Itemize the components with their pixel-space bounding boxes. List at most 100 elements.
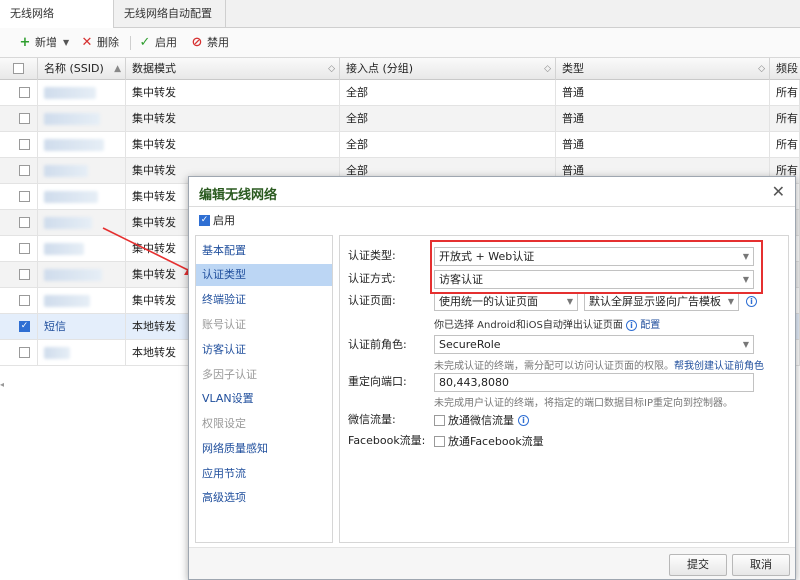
tab-label: 无线网络	[10, 7, 54, 20]
row-checkbox[interactable]	[19, 113, 30, 124]
table-row[interactable]: 集中转发 全部 普通 所有	[0, 80, 800, 106]
row-checkbox[interactable]	[19, 217, 30, 228]
enable-label: 启用	[155, 36, 177, 49]
toolbar-divider	[130, 36, 131, 50]
delete-button[interactable]: ✕ 删除	[80, 34, 119, 52]
pre-auth-role-value: SecureRole	[439, 338, 501, 351]
header-access-point[interactable]: 接入点 (分组) ◇	[340, 58, 556, 80]
plus-icon: +	[19, 35, 31, 50]
row-checkbox[interactable]	[19, 347, 30, 358]
submit-button[interactable]: 提交	[669, 554, 727, 576]
nav-permission-settings: 权限设定	[196, 413, 332, 435]
nav-auth-type[interactable]: 认证类型	[196, 264, 332, 286]
nav-label: VLAN设置	[202, 392, 254, 405]
row-checkbox[interactable]: ✓	[19, 321, 30, 332]
add-button[interactable]: + 新增 ▼	[18, 34, 70, 52]
row-checkbox[interactable]	[19, 139, 30, 150]
row-checkbox[interactable]	[19, 243, 30, 254]
pre-auth-role-select[interactable]: SecureRole ▼	[434, 335, 754, 354]
row-select-cell[interactable]	[0, 132, 38, 158]
select-all-checkbox[interactable]	[13, 63, 24, 74]
enable-button[interactable]: ✓ 启用	[138, 34, 177, 52]
row-select-cell[interactable]	[0, 262, 38, 288]
row-select-cell[interactable]	[0, 236, 38, 262]
nav-label: 应用节流	[202, 467, 246, 480]
auth-page-template-select[interactable]: 默认全屏显示竖向广告模板 ▼	[584, 292, 739, 311]
row-checkbox[interactable]	[19, 269, 30, 280]
redacted-ssid	[44, 269, 102, 281]
row-select-cell[interactable]	[0, 288, 38, 314]
header-band[interactable]: 频段	[770, 58, 800, 80]
nav-label: 基本配置	[202, 244, 246, 257]
dropdown-caret-icon[interactable]: ▼	[63, 34, 69, 52]
wechat-traffic-checkbox[interactable]: 放通微信流量 i	[434, 412, 529, 428]
wechat-traffic-label: 微信流量:	[348, 413, 396, 426]
create-pre-auth-role-link[interactable]: 帮我创建认证前角色	[674, 361, 764, 372]
auth-page-select[interactable]: 使用统一的认证页面 ▼	[434, 292, 578, 311]
wechat-traffic-option: 放通微信流量	[448, 414, 514, 427]
collapse-handle-icon[interactable]: ◂	[0, 380, 6, 400]
row-select-cell[interactable]	[0, 210, 38, 236]
redacted-ssid	[44, 113, 100, 125]
checkbox-box[interactable]	[434, 414, 445, 426]
nav-label: 权限设定	[202, 417, 246, 430]
nav-label: 高级选项	[202, 491, 246, 504]
row-checkbox[interactable]	[19, 295, 30, 306]
disable-button[interactable]: ⊘ 禁用	[190, 34, 229, 52]
row-checkbox[interactable]	[19, 87, 30, 98]
sort-icon: ◇	[758, 64, 765, 74]
pre-auth-role-hint-text: 未完成认证的终端，需分配可以访问认证页面的权限。	[434, 361, 674, 372]
redacted-ssid	[44, 217, 92, 229]
row-select-cell[interactable]	[0, 340, 38, 366]
check-icon: ✓	[139, 35, 151, 50]
auth-page-label: 认证页面:	[348, 294, 396, 307]
cell-access-point: 全部	[340, 80, 556, 106]
tab-wireless-network[interactable]: 无线网络	[0, 0, 114, 29]
auto-popup-hint: 你已选择 Android和iOS自动弹出认证页面 i 配置	[434, 316, 660, 331]
nav-vlan-settings[interactable]: VLAN设置	[196, 388, 332, 410]
row-checkbox[interactable]	[19, 165, 30, 176]
dialog-footer: 提交 取消	[189, 547, 795, 579]
row-select-cell[interactable]	[0, 184, 38, 210]
header-select-all[interactable]	[0, 58, 38, 80]
info-icon[interactable]: i	[626, 320, 638, 331]
nav-guest-auth[interactable]: 访客认证	[196, 339, 332, 361]
config-link[interactable]: 配置	[640, 320, 660, 331]
enable-checkbox[interactable]: ✓	[199, 214, 210, 226]
nav-label: 访客认证	[202, 343, 246, 356]
row-select-cell[interactable]: ✓	[0, 314, 38, 340]
header-ssid[interactable]: 名称 (SSID) ▲	[38, 58, 126, 80]
redirect-port-input[interactable]: 80,443,8080	[434, 373, 754, 392]
close-icon[interactable]: ✕	[772, 182, 785, 201]
nav-label: 终端验证	[202, 293, 246, 306]
sort-icon: ◇	[328, 64, 335, 74]
nav-network-quality[interactable]: 网络质量感知	[196, 438, 332, 460]
nav-label: 网络质量感知	[202, 442, 268, 455]
nav-advanced-options[interactable]: 高级选项	[196, 487, 332, 509]
nav-label: 多因子认证	[202, 368, 257, 381]
checkbox-box[interactable]	[434, 435, 445, 447]
column-label: 接入点 (分组)	[346, 62, 414, 75]
forbidden-icon: ⊘	[191, 35, 203, 50]
facebook-traffic-label: Facebook流量:	[348, 434, 426, 447]
row-checkbox[interactable]	[19, 191, 30, 202]
nav-account-auth: 账号认证	[196, 314, 332, 336]
column-label: 数据模式	[132, 62, 176, 75]
row-select-cell[interactable]	[0, 158, 38, 184]
info-icon[interactable]: i	[746, 296, 757, 307]
info-icon[interactable]: i	[518, 414, 529, 426]
table-row[interactable]: 集中转发 全部 普通 所有	[0, 132, 800, 158]
header-type[interactable]: 类型 ◇	[556, 58, 770, 80]
header-data-mode[interactable]: 数据模式 ◇	[126, 58, 340, 80]
table-row[interactable]: 集中转发 全部 普通 所有	[0, 106, 800, 132]
row-select-cell[interactable]	[0, 80, 38, 106]
row-select-cell[interactable]	[0, 106, 38, 132]
enable-checkbox-row[interactable]: ✓ 启用	[199, 212, 235, 228]
nav-terminal-verification[interactable]: 终端验证	[196, 289, 332, 311]
nav-app-throttling[interactable]: 应用节流	[196, 463, 332, 485]
tab-wireless-auto-config[interactable]: 无线网络自动配置	[114, 0, 226, 28]
cell-access-point: 全部	[340, 106, 556, 132]
nav-basic-config[interactable]: 基本配置	[196, 240, 332, 262]
facebook-traffic-checkbox[interactable]: 放通Facebook流量	[434, 433, 544, 449]
cancel-button[interactable]: 取消	[732, 554, 790, 576]
